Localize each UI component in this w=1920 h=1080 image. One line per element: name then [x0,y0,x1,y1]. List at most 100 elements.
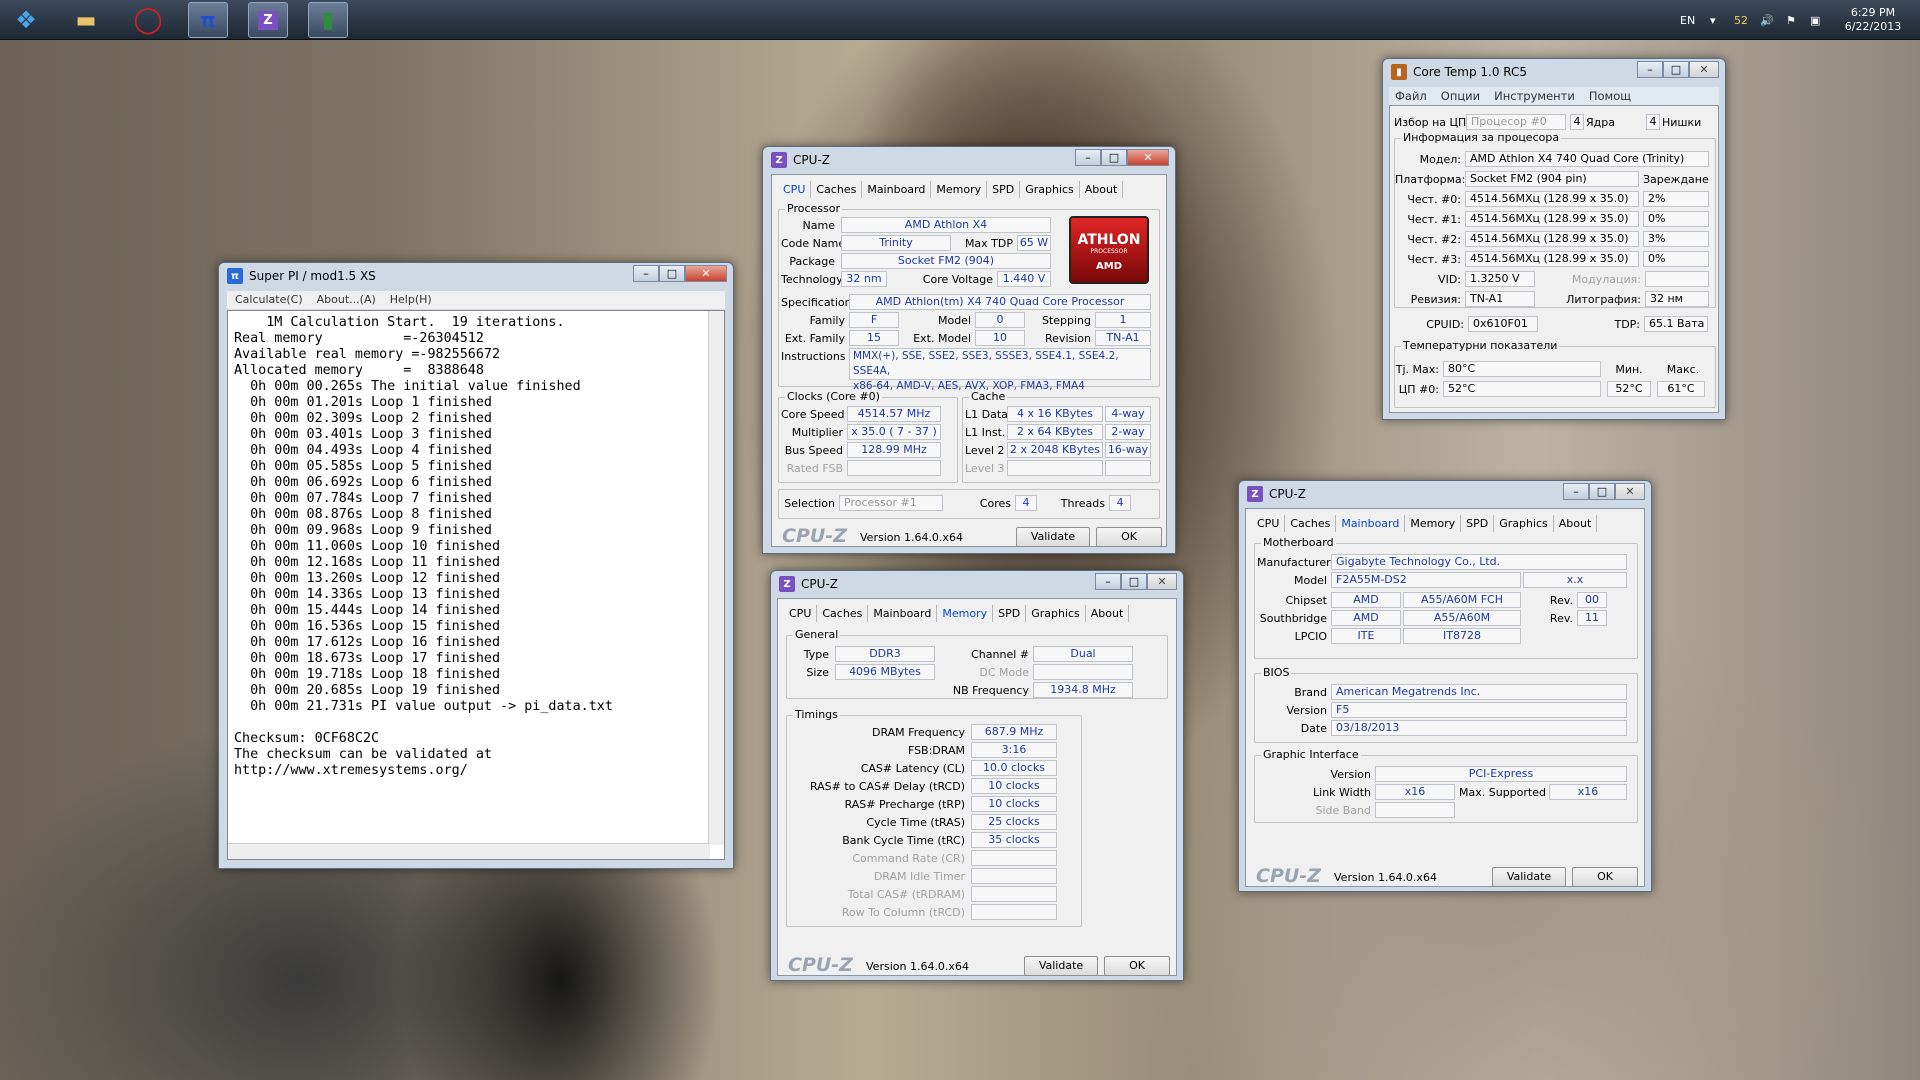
ok-button[interactable]: OK [1572,867,1638,887]
tab-cpu[interactable]: CPU [778,181,812,198]
tray-temperature[interactable]: 52 [1734,0,1748,40]
maximize-button[interactable]: □ [659,265,685,282]
menu-options[interactable]: Опции [1441,87,1480,105]
close-button[interactable]: ✕ [1615,483,1645,500]
l1-inst-ways: 2-way [1105,424,1151,440]
validate-button[interactable]: Validate [1016,527,1090,547]
close-button[interactable]: ✕ [1127,149,1169,166]
output-line: 0h 00m 08.876s Loop 8 finished [234,507,492,522]
technology-label: Technology [781,273,843,286]
output-line: 0h 00m 01.201s Loop 1 finished [234,395,492,410]
core-frequency-label: Чест. #2: [1407,233,1461,246]
validate-button[interactable]: Validate [1024,956,1098,976]
ok-button[interactable]: OK [1096,527,1162,547]
cpuid-value: 0x610F01 [1468,316,1538,332]
tab-cpu[interactable]: CPU [784,605,818,622]
model-value: 0 [975,312,1025,328]
cpu-select-dropdown[interactable]: Процесор #0 [1466,114,1566,130]
dc-mode-value [1033,664,1133,680]
close-button[interactable]: ✕ [685,265,727,282]
model-revision: x.x [1523,572,1627,588]
modulation-label: Модулация: [1571,273,1641,286]
cpu-select-label: Избор на ЦП: [1394,116,1471,129]
output-line: 0h 00m 20.685s Loop 19 finished [234,683,501,698]
core0-temp-value: 52°C [1443,381,1601,397]
selection-dropdown[interactable]: Processor #1 [839,495,943,511]
maximize-button[interactable]: □ [1101,149,1127,166]
horizontal-scrollbar[interactable] [228,843,710,859]
tab-mainboard[interactable]: Mainboard [1336,515,1406,532]
timing-label: Total CAS# (tRDRAM) [847,888,965,901]
opera-icon[interactable]: ◯ [128,2,168,38]
maximize-button[interactable]: □ [1663,61,1689,78]
lithography-label: Литография: [1566,293,1641,306]
tab-spd[interactable]: SPD [1461,515,1495,532]
timing-value: 10 clocks [971,778,1057,794]
tab-graphics[interactable]: Graphics [1494,515,1554,532]
output-line: 0h 00m 06.692s Loop 6 finished [234,475,492,490]
group-title: General [793,628,841,641]
tab-cpu[interactable]: CPU [1252,515,1286,532]
close-button[interactable]: ✕ [1689,61,1719,78]
explorer-icon[interactable]: ▬ [66,2,106,38]
network-icon[interactable]: ▣ [1810,0,1820,40]
motherboard-group: Motherboard Manufacturer Gigabyte Techno… [1254,536,1638,659]
bios-version-value: F5 [1331,702,1627,718]
tab-spd[interactable]: SPD [993,605,1027,622]
multiplier-label: Multiplier [791,426,843,439]
menu-calculate[interactable]: Calculate(C) [235,291,303,309]
tab-caches[interactable]: Caches [1285,515,1337,532]
volume-icon[interactable]: 🔊 [1760,0,1774,40]
validate-button[interactable]: Validate [1492,867,1566,887]
tab-about[interactable]: About [1080,181,1124,198]
minimize-button[interactable]: – [1637,61,1663,78]
taskbar: ❖ ▬ ◯ π Z ▮ EN ▾ 52 🔊 ⚑ ▣ 6:29 PM 6/22/2… [0,0,1920,40]
group-title: Температурни показатели [1401,339,1560,352]
tab-mainboard[interactable]: Mainboard [862,181,932,198]
minimize-button[interactable]: – [633,265,659,282]
tab-caches[interactable]: Caches [817,605,869,622]
clock[interactable]: 6:29 PM 6/22/2013 [1838,0,1908,40]
rated-fsb-value [847,460,941,476]
menu-tools[interactable]: Инструменти [1494,87,1575,105]
chevron-down-icon[interactable]: ▾ [1710,0,1716,40]
bios-date-value: 03/18/2013 [1331,720,1627,736]
vertical-scrollbar[interactable] [708,311,724,845]
max-label: Макс. [1666,363,1700,376]
minimize-button[interactable]: – [1563,483,1589,500]
timing-label: RAS# to CAS# Delay (tRCD) [809,780,965,793]
output-line: 0h 00m 17.612s Loop 16 finished [234,635,501,650]
minimize-button[interactable]: – [1095,573,1121,590]
ok-button[interactable]: OK [1104,956,1170,976]
menu-about[interactable]: About...(A) [317,291,376,309]
tab-graphics[interactable]: Graphics [1026,605,1086,622]
maximize-button[interactable]: □ [1121,573,1147,590]
coretemp-icon[interactable]: ▮ [308,2,348,38]
language-indicator[interactable]: EN [1680,0,1695,40]
chipset-label: Chipset [1285,594,1327,607]
start-orb-icon[interactable]: ❖ [6,2,46,38]
tab-caches[interactable]: Caches [811,181,863,198]
version-label: Version 1.64.0.x64 [860,531,963,544]
tab-about[interactable]: About [1554,515,1598,532]
tab-memory[interactable]: Memory [931,181,988,198]
close-button[interactable]: ✕ [1147,573,1177,590]
selection-group: Selection Processor #1 Cores 4 Threads 4 [778,489,1160,519]
minimize-button[interactable]: – [1075,149,1101,166]
group-title: BIOS [1261,666,1292,679]
core-load-value: 0% [1643,251,1709,267]
maximize-button[interactable]: □ [1589,483,1615,500]
cpuz-icon[interactable]: Z [248,2,288,38]
tab-about[interactable]: About [1086,605,1130,622]
tab-graphics[interactable]: Graphics [1020,181,1080,198]
tab-mainboard[interactable]: Mainboard [868,605,938,622]
tab-memory[interactable]: Memory [1405,515,1462,532]
superpi-icon[interactable]: π [188,2,228,38]
menu-help[interactable]: Help(H) [390,291,432,309]
tab-spd[interactable]: SPD [987,181,1021,198]
name-value: AMD Athlon X4 [841,217,1051,233]
menu-help[interactable]: Помощ [1589,87,1631,105]
tab-memory[interactable]: Memory [937,605,994,622]
menu-file[interactable]: Файл [1395,87,1427,105]
flag-icon[interactable]: ⚑ [1786,0,1796,40]
